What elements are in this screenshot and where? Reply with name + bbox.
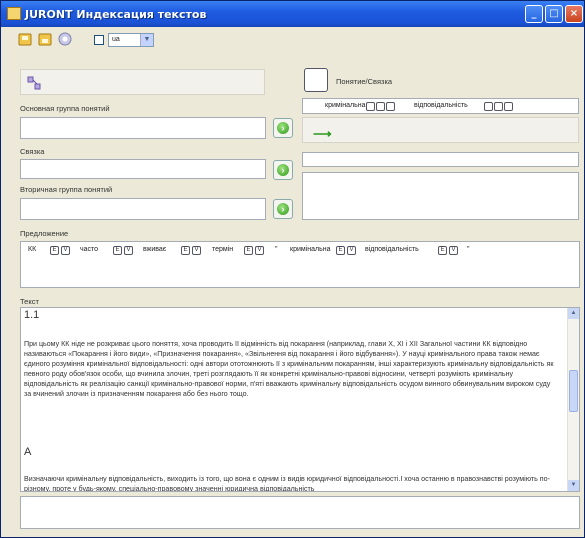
text-area[interactable]: 1.1 При цьому КК ніде не розкриває цього…: [20, 307, 580, 492]
settings-icon[interactable]: [57, 31, 73, 47]
app-window: JURONT Индексация текстов _ □ × ua ▼ Осн…: [0, 0, 585, 538]
word-box[interactable]: Е: [50, 246, 59, 255]
open-icon[interactable]: [37, 31, 53, 47]
link-label: Связка: [20, 147, 45, 156]
concept-button[interactable]: [304, 68, 328, 92]
scroll-thumb[interactable]: [569, 370, 578, 412]
text-subheading: А: [24, 446, 32, 458]
word-box[interactable]: Е: [244, 246, 253, 255]
chip-box[interactable]: [376, 102, 385, 111]
chip-box[interactable]: [494, 102, 503, 111]
text-paragraph: При цьому КК ніде не розкриває цього пон…: [24, 340, 554, 399]
arrow-right-icon: ⟶: [313, 126, 332, 141]
main-group-go-button[interactable]: ›: [273, 118, 293, 138]
language-value: ua: [112, 36, 120, 43]
sentence-word: ": [275, 246, 278, 253]
title-bar[interactable]: JURONT Индексация текстов _ □ ×: [1, 1, 584, 27]
text-paragraph: Визначаючи кримінальну відповідальність,…: [24, 475, 550, 492]
network-icon: [27, 76, 41, 92]
word-box[interactable]: V: [255, 246, 264, 255]
minimize-button[interactable]: _: [525, 5, 543, 23]
close-button[interactable]: ×: [565, 5, 583, 23]
main-group-input[interactable]: [20, 117, 266, 139]
result-panel: [302, 117, 579, 143]
secondary-group-label: Вторичная группа понятий: [20, 185, 113, 194]
sentence-word: часто: [80, 246, 99, 253]
sentence-area[interactable]: КК Е V часто Е V вживає Е V термін Е V "…: [20, 241, 580, 288]
scroll-up-icon[interactable]: ▲: [568, 308, 579, 319]
link-input[interactable]: [20, 159, 266, 179]
word-box[interactable]: Е: [438, 246, 447, 255]
chip-box[interactable]: [366, 102, 375, 111]
save-icon[interactable]: [17, 31, 33, 47]
options-checkbox[interactable]: [94, 35, 104, 45]
secondary-group-go-button[interactable]: ›: [273, 199, 293, 219]
chip-word: відповідальність: [414, 102, 468, 109]
sentence-word: вживає: [143, 246, 167, 253]
word-box[interactable]: Е: [336, 246, 345, 255]
word-box[interactable]: Е: [113, 246, 122, 255]
link-go-button[interactable]: ›: [273, 160, 293, 180]
text-scrollbar[interactable]: ▲ ▼: [567, 308, 579, 491]
main-group-label: Основная группа понятий: [20, 104, 110, 113]
language-select[interactable]: ua ▼: [108, 33, 154, 47]
sentence-word: кримінальна: [290, 246, 331, 253]
sentence-word: термін: [212, 246, 234, 253]
window-title: JURONT Индексация текстов: [25, 8, 207, 21]
scroll-down-icon[interactable]: ▼: [568, 480, 579, 491]
text-label: Текст: [20, 297, 39, 306]
secondary-group-input[interactable]: [20, 198, 266, 220]
result-area[interactable]: [302, 172, 579, 220]
word-box[interactable]: V: [61, 246, 70, 255]
text-heading: 1.1: [24, 309, 40, 321]
chip-box[interactable]: [504, 102, 513, 111]
bottom-text-field[interactable]: [20, 496, 580, 529]
chip-box[interactable]: [484, 102, 493, 111]
concept-panel: [20, 69, 265, 95]
maximize-button[interactable]: □: [545, 5, 563, 23]
sentence-word: КК: [28, 246, 37, 253]
concept-chip-field[interactable]: кримінальна відповідальність: [302, 98, 579, 114]
sentence-word: ": [467, 246, 470, 253]
word-box[interactable]: V: [124, 246, 133, 255]
chip-word: кримінальна: [325, 102, 366, 109]
word-box[interactable]: V: [449, 246, 458, 255]
word-box[interactable]: Е: [181, 246, 190, 255]
word-box[interactable]: V: [347, 246, 356, 255]
sentence-word: відповідальність: [365, 246, 419, 253]
chevron-down-icon[interactable]: ▼: [140, 34, 153, 46]
app-icon: [7, 7, 21, 20]
sentence-label: Предложение: [20, 229, 69, 238]
word-box[interactable]: V: [192, 246, 201, 255]
result-link-field[interactable]: [302, 152, 579, 167]
chip-box[interactable]: [386, 102, 395, 111]
concept-label: Понятие/Связка: [336, 77, 393, 86]
